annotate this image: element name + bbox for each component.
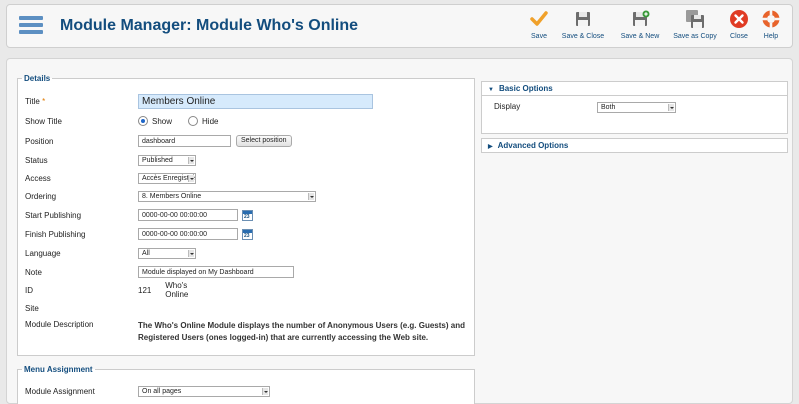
chevron-down-icon bbox=[188, 156, 194, 164]
select-position-button[interactable]: Select position bbox=[236, 135, 292, 147]
access-select[interactable]: Accès Enregistré bbox=[138, 172, 196, 184]
status-value: Published bbox=[142, 156, 173, 164]
display-label: Display bbox=[494, 102, 521, 111]
finish-publishing-input[interactable]: 0000-00-00 00:00:00 bbox=[138, 228, 238, 240]
module-assignment-label: Module Assignment bbox=[25, 386, 95, 396]
save-close-button[interactable]: Save & Close bbox=[558, 9, 608, 45]
language-label: Language bbox=[25, 248, 61, 258]
chevron-down-icon bbox=[188, 249, 194, 257]
floppy-disk-plus-icon bbox=[633, 10, 650, 26]
chevron-down-icon bbox=[188, 174, 194, 182]
save-copy-label: Save as Copy bbox=[673, 33, 717, 40]
basic-options-panel: Display Both bbox=[481, 96, 788, 134]
hide-radio[interactable] bbox=[188, 116, 199, 126]
help-button[interactable]: Help bbox=[759, 9, 783, 45]
menu-assignment-fieldset: Menu Assignment bbox=[17, 365, 475, 404]
start-publishing-input[interactable]: 0000-00-00 00:00:00 bbox=[138, 209, 238, 221]
access-label: Access bbox=[25, 173, 51, 183]
help-label: Help bbox=[763, 33, 779, 40]
basic-options-header[interactable]: ▼ Basic Options bbox=[481, 81, 788, 96]
language-value: All bbox=[142, 249, 150, 257]
page-title: Module Manager: Module Who's Online bbox=[60, 17, 359, 34]
save-new-button[interactable]: Save & New bbox=[616, 9, 664, 45]
advanced-options-title: Advanced Options bbox=[497, 141, 569, 150]
close-icon bbox=[730, 10, 748, 28]
module-description: The Who's Online Module displays the num… bbox=[138, 321, 465, 342]
ordering-value: 8. Members Online bbox=[142, 192, 202, 200]
chevron-down-icon bbox=[308, 192, 314, 200]
finish-publishing-label: Finish Publishing bbox=[25, 229, 86, 239]
show-radio[interactable] bbox=[138, 116, 148, 126]
save-button[interactable]: Save bbox=[526, 9, 552, 45]
status-label: Status bbox=[25, 155, 48, 165]
toolbar: Module Manager: Module Who's Online Save… bbox=[6, 4, 793, 48]
close-button[interactable]: Close bbox=[726, 9, 752, 45]
save-new-label: Save & New bbox=[620, 33, 660, 40]
ordering-label: Ordering bbox=[25, 191, 57, 201]
basic-options-title: Basic Options bbox=[498, 84, 553, 93]
status-select[interactable]: Published bbox=[138, 154, 196, 166]
ordering-select[interactable]: 8. Members Online bbox=[138, 190, 316, 202]
start-publishing-label: Start Publishing bbox=[25, 210, 82, 220]
advanced-options-header[interactable]: ▶ Advanced Options bbox=[481, 138, 788, 153]
display-select[interactable]: Both bbox=[597, 102, 676, 113]
checkmark-icon bbox=[530, 11, 548, 26]
module-type-name: Who's Online bbox=[165, 281, 189, 299]
id-value: 121 bbox=[138, 285, 152, 295]
show-radio-label: Show bbox=[152, 116, 173, 126]
edit-form: Details Title * Members Online Show Titl… bbox=[6, 58, 793, 404]
triangle-down-icon: ▼ bbox=[488, 87, 494, 93]
calendar-icon[interactable]: 23 bbox=[242, 228, 253, 240]
chevron-down-icon bbox=[668, 104, 674, 111]
close-label: Close bbox=[730, 33, 748, 40]
copy-disk-icon bbox=[686, 10, 704, 28]
position-input[interactable]: dashboard bbox=[138, 135, 231, 147]
show-title-label: Show Title bbox=[25, 116, 62, 126]
module-assignment-value: On all pages bbox=[142, 387, 182, 395]
triangle-right-icon: ▶ bbox=[488, 144, 493, 150]
access-value: Accès Enregistré bbox=[142, 174, 195, 182]
title-input[interactable]: Members Online bbox=[138, 93, 373, 109]
display-value: Both bbox=[601, 104, 616, 111]
calendar-icon[interactable]: 23 bbox=[242, 209, 253, 221]
language-select[interactable]: All bbox=[138, 247, 196, 259]
note-label: Note bbox=[25, 267, 42, 277]
title-label: Title bbox=[25, 96, 40, 106]
note-input[interactable]: Module displayed on My Dashboard bbox=[138, 266, 294, 278]
description-label: Module Description bbox=[25, 320, 94, 329]
id-label: ID bbox=[25, 285, 33, 295]
site-label: Site bbox=[25, 303, 39, 313]
details-legend: Details bbox=[24, 74, 51, 83]
module-manager-icon bbox=[17, 13, 45, 41]
save-label: Save bbox=[531, 33, 547, 40]
module-assignment-select[interactable]: On all pages bbox=[138, 385, 270, 397]
save-copy-button[interactable]: Save as Copy bbox=[671, 9, 719, 45]
position-label: Position bbox=[25, 136, 54, 146]
help-lifebuoy-icon bbox=[762, 10, 780, 28]
save-close-label: Save & Close bbox=[561, 33, 605, 40]
required-mark: * bbox=[42, 96, 46, 106]
chevron-down-icon bbox=[262, 387, 268, 395]
menu-assignment-legend: Menu Assignment bbox=[24, 365, 93, 374]
floppy-disk-icon bbox=[576, 12, 590, 26]
hide-radio-label: Hide bbox=[202, 116, 219, 126]
